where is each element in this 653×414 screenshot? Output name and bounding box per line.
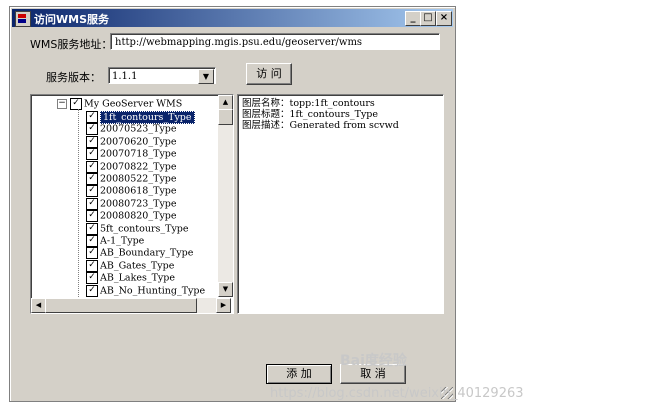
vertical-scrollbar[interactable]: ▲ ▼ — [218, 95, 233, 297]
tree-item[interactable]: ✓ AB_Boundary_Type — [86, 247, 194, 260]
checkbox-icon[interactable]: ✓ — [86, 111, 98, 123]
url-label: WMS服务地址： — [30, 38, 113, 51]
layer-info-panel: 图层名称：topp:1ft_contours 图层标题：1ft_contours… — [237, 94, 444, 314]
layer-tree[interactable]: − ✓ My GeoServer WMS ✓ 1ft_contours_Type ✓ 20… — [30, 94, 234, 314]
checkbox-icon[interactable]: ✓ — [70, 98, 82, 110]
tree-item[interactable]: ✓ A-1_Type — [86, 235, 144, 247]
url-input[interactable]: http://webmapping.mgis.psu.edu/geoserver… — [110, 33, 440, 50]
chevron-down-icon[interactable]: ▼ — [198, 69, 214, 84]
tree-item[interactable]: ✓ 20070620_Type — [86, 135, 177, 148]
version-value: 1.1.1 — [112, 71, 138, 82]
tree-item[interactable]: ✓ AB_Lakes_Type — [86, 272, 175, 285]
checkbox-icon[interactable]: ✓ — [86, 247, 98, 260]
checkbox-icon[interactable]: ✓ — [86, 135, 98, 148]
tree-guide-line — [78, 109, 79, 299]
tree-item-label: 20080723_Type — [100, 198, 177, 210]
checkbox-icon[interactable]: ✓ — [86, 210, 98, 223]
version-select[interactable]: 1.1.1 ▼ — [108, 67, 216, 84]
tree-item[interactable]: ✓ AB_No_Hunting_Type — [86, 284, 206, 297]
horizontal-scrollbar[interactable]: ◀ ▶ — [31, 298, 231, 313]
tree-item-label: AB_Lakes_Type — [100, 272, 175, 284]
tree-root-label: My GeoServer WMS — [84, 98, 183, 110]
minimize-button[interactable]: _ — [405, 11, 421, 26]
watermark-url: https://blog.csdn.net/weixin_40129263 — [270, 386, 524, 401]
collapse-icon[interactable]: − — [57, 99, 67, 109]
app-icon — [15, 11, 31, 27]
tree-item-label: AB_Gates_Type — [100, 260, 175, 272]
close-button[interactable]: × — [436, 11, 452, 26]
watermark-logo: Bai度经验 — [340, 353, 407, 369]
tree-item-label: 20070822_Type — [100, 161, 177, 173]
tree-item-label: A-1_Type — [100, 235, 145, 247]
checkbox-icon[interactable]: ✓ — [86, 197, 98, 210]
tree-item-label: AB_Boundary_Type — [100, 247, 194, 259]
checkbox-icon[interactable]: ✓ — [86, 259, 98, 272]
tree-item-label: 20080618_Type — [100, 185, 177, 197]
checkbox-icon[interactable]: ✓ — [86, 148, 98, 161]
tree-item-label: 20070718_Type — [100, 148, 177, 160]
access-button[interactable]: 访 问 — [246, 63, 292, 85]
scroll-up-icon[interactable]: ▲ — [218, 95, 233, 110]
scroll-down-icon[interactable]: ▼ — [218, 282, 233, 297]
checkbox-icon[interactable]: ✓ — [86, 160, 98, 173]
add-button[interactable]: 添 加 — [266, 364, 332, 384]
version-label: 服务版本： — [46, 71, 101, 84]
tree-item[interactable]: ✓ 1ft_contours_Type — [86, 110, 195, 124]
tree-item-label: 20070523_Type — [100, 123, 177, 135]
window-title: 访问WMS服务 — [34, 13, 110, 26]
checkbox-icon[interactable]: ✓ — [86, 222, 98, 235]
tree-item[interactable]: ✓ 20070822_Type — [86, 160, 177, 173]
scroll-right-icon[interactable]: ▶ — [216, 298, 231, 313]
tree-item[interactable]: ✓ 20080618_Type — [86, 185, 177, 198]
tree-item-label: AB_No_Hunting_Type — [100, 285, 206, 297]
horizontal-scroll-thumb[interactable] — [45, 298, 197, 313]
tree-item[interactable]: ✓ 5ft_contours_Type — [86, 222, 189, 235]
scroll-left-icon[interactable]: ◀ — [31, 298, 46, 313]
tree-item-label: 20080820_Type — [100, 210, 177, 222]
tree-item-label: 20070620_Type — [100, 136, 177, 148]
checkbox-icon[interactable]: ✓ — [86, 284, 98, 297]
tree-item[interactable]: ✓ 20080820_Type — [86, 210, 177, 223]
wms-dialog: 访问WMS服务 _ □ × WMS服务地址： http://webmapping… — [9, 6, 456, 402]
layer-title-line: 图层标题：1ft_contours_Type — [242, 109, 379, 120]
tree-item[interactable]: ✓ AB_Gates_Type — [86, 259, 175, 272]
title-bar: 访问WMS服务 _ □ × — [12, 9, 453, 27]
tree-root[interactable]: − ✓ My GeoServer WMS — [57, 98, 182, 110]
tree-item-label: 5ft_contours_Type — [100, 223, 189, 235]
checkbox-icon[interactable]: ✓ — [86, 123, 98, 136]
layer-name-line: 图层名称：topp:1ft_contours — [242, 98, 375, 109]
tree-item[interactable]: ✓ 20070523_Type — [86, 123, 177, 136]
tree-item-label: 1ft_contours_Type — [100, 110, 195, 124]
checkbox-icon[interactable]: ✓ — [86, 173, 98, 185]
checkbox-icon[interactable]: ✓ — [86, 235, 98, 247]
checkbox-icon[interactable]: ✓ — [86, 272, 98, 285]
maximize-button[interactable]: □ — [420, 11, 436, 26]
tree-item[interactable]: ✓ 20070718_Type — [86, 148, 177, 161]
layer-description-line: 图层描述：Generated from scvwd — [242, 120, 399, 131]
tree-item[interactable]: ✓ 20080522_Type — [86, 173, 177, 185]
vertical-scroll-thumb[interactable] — [218, 109, 233, 125]
tree-item-label: 20080522_Type — [100, 173, 177, 185]
tree-item[interactable]: ✓ 20080723_Type — [86, 197, 177, 210]
checkbox-icon[interactable]: ✓ — [86, 185, 98, 198]
